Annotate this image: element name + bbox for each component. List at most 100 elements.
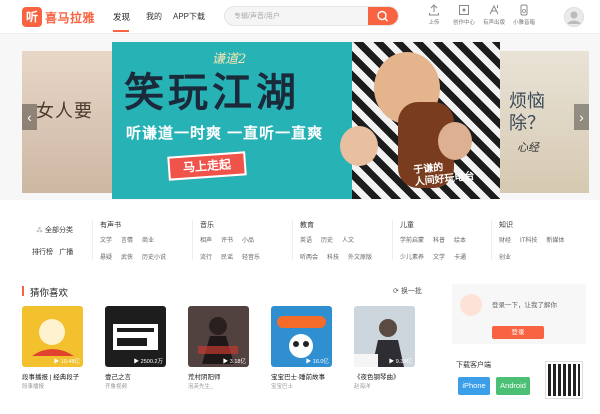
category-link[interactable]: 历史	[321, 235, 333, 244]
category-group-music: 音乐 相声 评书 小品 流行 民谣 轻音乐	[200, 220, 260, 269]
play-count-value: 9.38亿	[395, 359, 412, 365]
search-input[interactable]	[234, 7, 364, 25]
play-count: ▶ 9.38亿	[388, 359, 412, 365]
login-avatar-icon	[460, 294, 482, 316]
android-download-button[interactable]: Android	[496, 377, 530, 395]
category-link[interactable]: 相声	[200, 235, 212, 244]
category-link[interactable]: 财经	[499, 235, 511, 244]
category-head[interactable]: 教育	[300, 220, 372, 230]
play-count: ▶ 16.0亿	[305, 359, 329, 365]
category-link[interactable]: 学前启蒙	[400, 235, 424, 244]
category-link[interactable]: 悬疑	[100, 252, 112, 261]
section-title: 猜你喜欢	[30, 288, 69, 299]
category-link[interactable]: 科普	[433, 235, 445, 244]
carousel-prev-arrow[interactable]: ‹	[22, 104, 37, 130]
search-button[interactable]	[368, 7, 398, 25]
carousel-next-arrow[interactable]: ›	[574, 104, 589, 130]
main-banner[interactable]: 谦道2 笑玩江湖 听谦道一时爽 一直听一直爽 马上走起 于谦的 人间好玩电台	[112, 42, 500, 199]
album-card[interactable]: ▶ 2500.2万 壹己之言 齐鲁视频	[105, 306, 166, 390]
category-head[interactable]: 知识	[499, 220, 564, 230]
category-group-knowledge: 知识 财经 IT科技 新媒体 创业	[499, 220, 564, 269]
album-author: 段事播报	[22, 384, 45, 390]
smart-speaker-label: 小雅音箱	[512, 20, 535, 26]
section-accent-bar	[22, 286, 24, 296]
smart-speaker-button[interactable]: 小雅音箱	[509, 4, 539, 26]
prev-slide-text: 女人要	[36, 101, 93, 122]
iphone-download-button[interactable]: iPhone	[458, 377, 490, 395]
nav-mine[interactable]: 我的	[146, 11, 162, 22]
banner-subtitle: 听谦道一时爽 一直听一直爽	[126, 125, 324, 142]
login-button[interactable]: 登录	[492, 326, 544, 339]
album-title: 段事播报 | 经典段子	[22, 374, 80, 381]
search-icon	[377, 10, 388, 22]
category-link[interactable]: 外文原版	[348, 252, 372, 261]
category-link[interactable]: 流行	[200, 252, 212, 261]
album-title: 壹己之言	[105, 374, 131, 381]
logo[interactable]: 听 喜马拉雅	[22, 7, 95, 27]
next-slide-text-line-2: 除？	[509, 113, 545, 134]
category-head[interactable]: 儿童	[400, 220, 466, 230]
radio-link[interactable]: 广播	[59, 249, 73, 256]
category-link[interactable]: 历史小说	[142, 252, 166, 261]
top-navigation-bar: 听 喜马拉雅 发现 我的 APP下载 上传 创作中心 有声出版 小雅音箱	[0, 0, 600, 34]
album-cover: ▶ 10.48亿	[22, 306, 83, 367]
audio-publishing-button[interactable]: 有声出版	[479, 4, 509, 26]
play-count-value: 3.18亿	[229, 359, 246, 365]
category-link[interactable]: 小品	[242, 235, 254, 244]
category-group-education: 教育 英语 历史 人文 听两会 科技 外文原版	[300, 220, 372, 269]
login-panel: 登录一下，让我了解你 登录	[452, 284, 586, 344]
album-cover: ▶ 16.0亿	[271, 306, 332, 367]
category-link[interactable]: 评书	[221, 235, 233, 244]
nav-active-indicator	[113, 30, 129, 32]
nav-discover[interactable]: 发现	[113, 11, 130, 23]
category-link[interactable]: 轻音乐	[242, 252, 260, 261]
category-link[interactable]: 武侠	[121, 252, 133, 261]
category-divider	[92, 220, 93, 260]
category-link[interactable]: 绘本	[454, 235, 466, 244]
play-count-value: 16.0亿	[312, 359, 329, 365]
refresh-button[interactable]: ⟳ 换一批	[393, 286, 422, 296]
banner-character-left	[340, 126, 378, 166]
category-link[interactable]: 创业	[499, 252, 511, 261]
play-count-value: 2500.2万	[140, 359, 163, 365]
creator-center-button[interactable]: 创作中心	[449, 4, 479, 26]
category-link[interactable]: 英语	[300, 235, 312, 244]
search-box	[224, 6, 399, 26]
grid-icon: ⁂	[36, 227, 43, 234]
category-link[interactable]: 文学	[100, 235, 112, 244]
category-head[interactable]: 音乐	[200, 220, 260, 230]
category-divider	[192, 220, 193, 260]
all-categories-link[interactable]: ⁂ 全部分类	[36, 225, 73, 235]
qr-code-icon	[545, 361, 583, 399]
category-head[interactable]: 有声书	[100, 220, 166, 230]
album-card[interactable]: ▶ 16.0亿 宝宝巴士·睡前故事 宝宝巴士	[271, 306, 332, 390]
category-link[interactable]: 文学	[433, 252, 445, 261]
album-card[interactable]: ▶ 10.48亿 段事播报 | 经典段子 段事播报	[22, 306, 83, 390]
category-link[interactable]: 人文	[342, 235, 354, 244]
album-card[interactable]: ▶ 9.38亿 《夜色钢琴曲》 赵海洋	[354, 306, 415, 390]
category-link[interactable]: 言情	[121, 235, 133, 244]
category-link[interactable]: 科技	[327, 252, 339, 261]
rank-link[interactable]: 排行榜	[32, 249, 53, 256]
creator-center-icon	[459, 5, 469, 15]
category-link[interactable]: 听两会	[300, 252, 318, 261]
banner-carousel: 女人要 烦恼 除？ 心经 ‹ › 谦道2 笑玩江湖 听谦道一时爽 一直听一直爽 …	[0, 34, 600, 200]
speaker-icon	[520, 4, 528, 16]
category-link[interactable]: 商业	[142, 235, 154, 244]
album-author: 赵海洋	[354, 384, 371, 390]
login-prompt: 登录一下，让我了解你	[492, 302, 557, 309]
category-divider	[392, 220, 393, 260]
banner-cta-button[interactable]: 马上走起	[167, 151, 247, 181]
refresh-label: 换一批	[400, 288, 422, 295]
category-link[interactable]: 民谣	[221, 252, 233, 261]
category-link[interactable]: IT科技	[520, 235, 537, 244]
upload-button[interactable]: 上传	[419, 4, 449, 26]
category-link[interactable]: 新媒体	[546, 235, 564, 244]
category-link[interactable]: 卡通	[454, 252, 466, 261]
play-count: ▶ 10.48亿	[53, 359, 80, 365]
category-link[interactable]: 少儿素养	[400, 252, 424, 261]
nav-app-download[interactable]: APP下载	[173, 11, 205, 22]
upload-icon	[429, 4, 439, 16]
album-card[interactable]: ▶ 3.18亿 荒村阴阳师 泡芙先生_	[188, 306, 249, 390]
user-avatar[interactable]	[564, 7, 584, 27]
